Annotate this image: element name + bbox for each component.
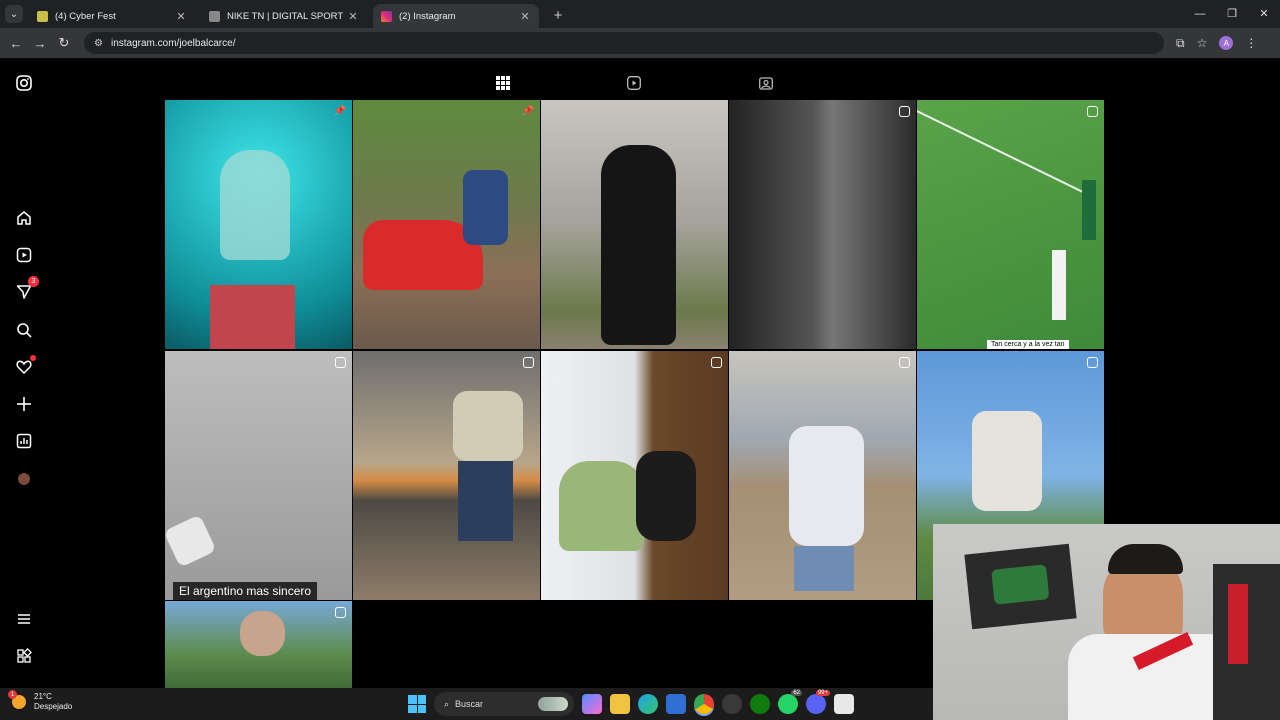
taskbar-apps: ⌕ Buscar 62 99+ [408,690,854,716]
post-tile[interactable] [165,601,352,689]
edge-icon[interactable] [638,694,658,714]
post-tile[interactable]: 📌 [165,100,352,349]
create-icon[interactable] [14,394,34,414]
weather-temperature: 21°C [34,692,52,701]
tab-title: (2) Instagram [399,10,456,22]
activity-dot [30,355,36,361]
post-tile[interactable] [353,351,540,600]
file-explorer-icon[interactable] [610,694,630,714]
windows-taskbar: 1 21°C Despejado ⌕ Buscar 62 99+ [0,688,933,720]
search-icon: ⌕ [444,698,450,709]
post-tile[interactable]: Tan cerca y a la vez tan [917,100,1104,349]
tab-favicon [37,10,48,22]
browser-profile-avatar[interactable]: A [1219,36,1234,50]
reel-icon [335,607,346,618]
install-app-icon[interactable]: ⧉ [1176,36,1185,51]
discord-icon[interactable]: 99+ [806,690,830,714]
reel-icon [899,106,910,117]
close-window-icon[interactable]: ✕ [1248,0,1280,28]
heart-icon[interactable] [14,355,36,377]
browser-tab-nike[interactable]: NIKE TN | DIGITAL SPORT ✕ [201,4,367,28]
pin-icon: 📌 [521,106,534,117]
instagram-logo-icon[interactable] [14,73,34,93]
tagged-tab-icon[interactable] [759,76,775,92]
site-info-icon[interactable]: ⚙ [94,38,103,49]
tab-search-button[interactable]: ⌄ [5,5,23,23]
obs-icon[interactable] [722,694,742,714]
url-text: instagram.com/joelbalcarce/ [110,37,236,49]
tab-title: NIKE TN | DIGITAL SPORT [227,10,344,22]
new-tab-button[interactable]: + [549,7,567,24]
post-tile[interactable] [729,351,916,600]
search-placeholder: Buscar [455,699,484,709]
weather-sun-icon: 1 [8,690,26,709]
home-icon[interactable] [14,208,34,228]
windows-start-icon[interactable] [408,695,426,713]
profile-tabs [165,72,1104,100]
tab-favicon [381,10,392,22]
post-tile[interactable] [541,351,728,600]
pin-icon: 📌 [333,106,346,117]
browser-tab-strip: ⌄ (4) Cyber Fest ✕ NIKE TN | DIGITAL SPO… [0,0,1280,28]
tab-favicon [209,10,220,22]
copilot-icon[interactable] [582,694,602,714]
reels-tab-icon[interactable] [627,76,643,92]
store-icon[interactable] [666,694,686,714]
window-controls: — ❐ ✕ [1184,0,1280,28]
messages-icon[interactable]: 3 [14,276,39,302]
search-icon[interactable] [14,320,34,340]
posts-grid-icon[interactable] [496,76,512,92]
post-caption: El argentino mas sincero [173,582,318,600]
reel-icon [1087,357,1098,368]
avatar [18,473,30,485]
discord-badge: 99+ [815,690,830,696]
capcut-icon[interactable] [834,694,854,714]
profile-avatar[interactable] [14,469,34,489]
whatsapp-icon[interactable]: 62 [778,690,802,714]
address-bar[interactable]: ⚙ instagram.com/joelbalcarce/ [84,32,1164,54]
reel-icon [711,357,722,368]
menu-icon[interactable] [14,609,34,629]
close-tab-icon[interactable]: ✕ [175,10,187,23]
bookmark-star-icon[interactable]: ☆ [1197,36,1208,50]
chrome-icon[interactable] [694,694,714,714]
whatsapp-badge: 62 [791,690,802,696]
search-highlight-image [538,697,568,711]
maximize-icon[interactable]: ❐ [1216,0,1248,28]
notification-badge: 3 [28,276,39,287]
webcam-overlay [933,524,1280,720]
post-caption: Tan cerca y a la vez tan [987,340,1069,349]
dashboard-icon[interactable] [14,431,34,451]
reel-icon [335,357,346,368]
reel-icon [899,357,910,368]
taskbar-search-input[interactable]: ⌕ Buscar [434,692,574,716]
close-tab-icon[interactable]: ✕ [347,10,359,23]
instagram-sidebar: 3 [0,58,48,688]
browser-menu-icon[interactable]: ⋮ [1245,36,1257,50]
post-tile[interactable]: El argentino mas sincero [165,351,352,600]
post-tile[interactable] [541,100,728,349]
reel-icon [523,357,534,368]
browser-tab-cyber-fest[interactable]: (4) Cyber Fest ✕ [29,4,195,28]
weather-badge: 1 [8,690,17,699]
close-tab-icon[interactable]: ✕ [519,10,531,23]
tab-title: (4) Cyber Fest [55,10,116,22]
back-icon[interactable]: ← [4,36,28,51]
minimize-icon[interactable]: — [1184,0,1216,28]
reels-icon[interactable] [14,245,34,265]
reload-icon[interactable]: ↻ [52,35,76,51]
post-tile[interactable]: 📌 [353,100,540,349]
browser-tab-instagram[interactable]: (2) Instagram ✕ [373,4,539,28]
apps-icon[interactable] [14,646,34,666]
browser-toolbar: ← → ↻ ⚙ instagram.com/joelbalcarce/ ⧉ ☆ … [0,28,1280,58]
post-tile[interactable] [729,100,916,349]
xbox-icon[interactable] [750,694,770,714]
weather-widget[interactable]: 1 21°C Despejado [8,690,73,712]
weather-condition: Despejado [34,702,73,711]
reel-icon [1087,106,1098,117]
forward-icon[interactable]: → [28,36,52,51]
